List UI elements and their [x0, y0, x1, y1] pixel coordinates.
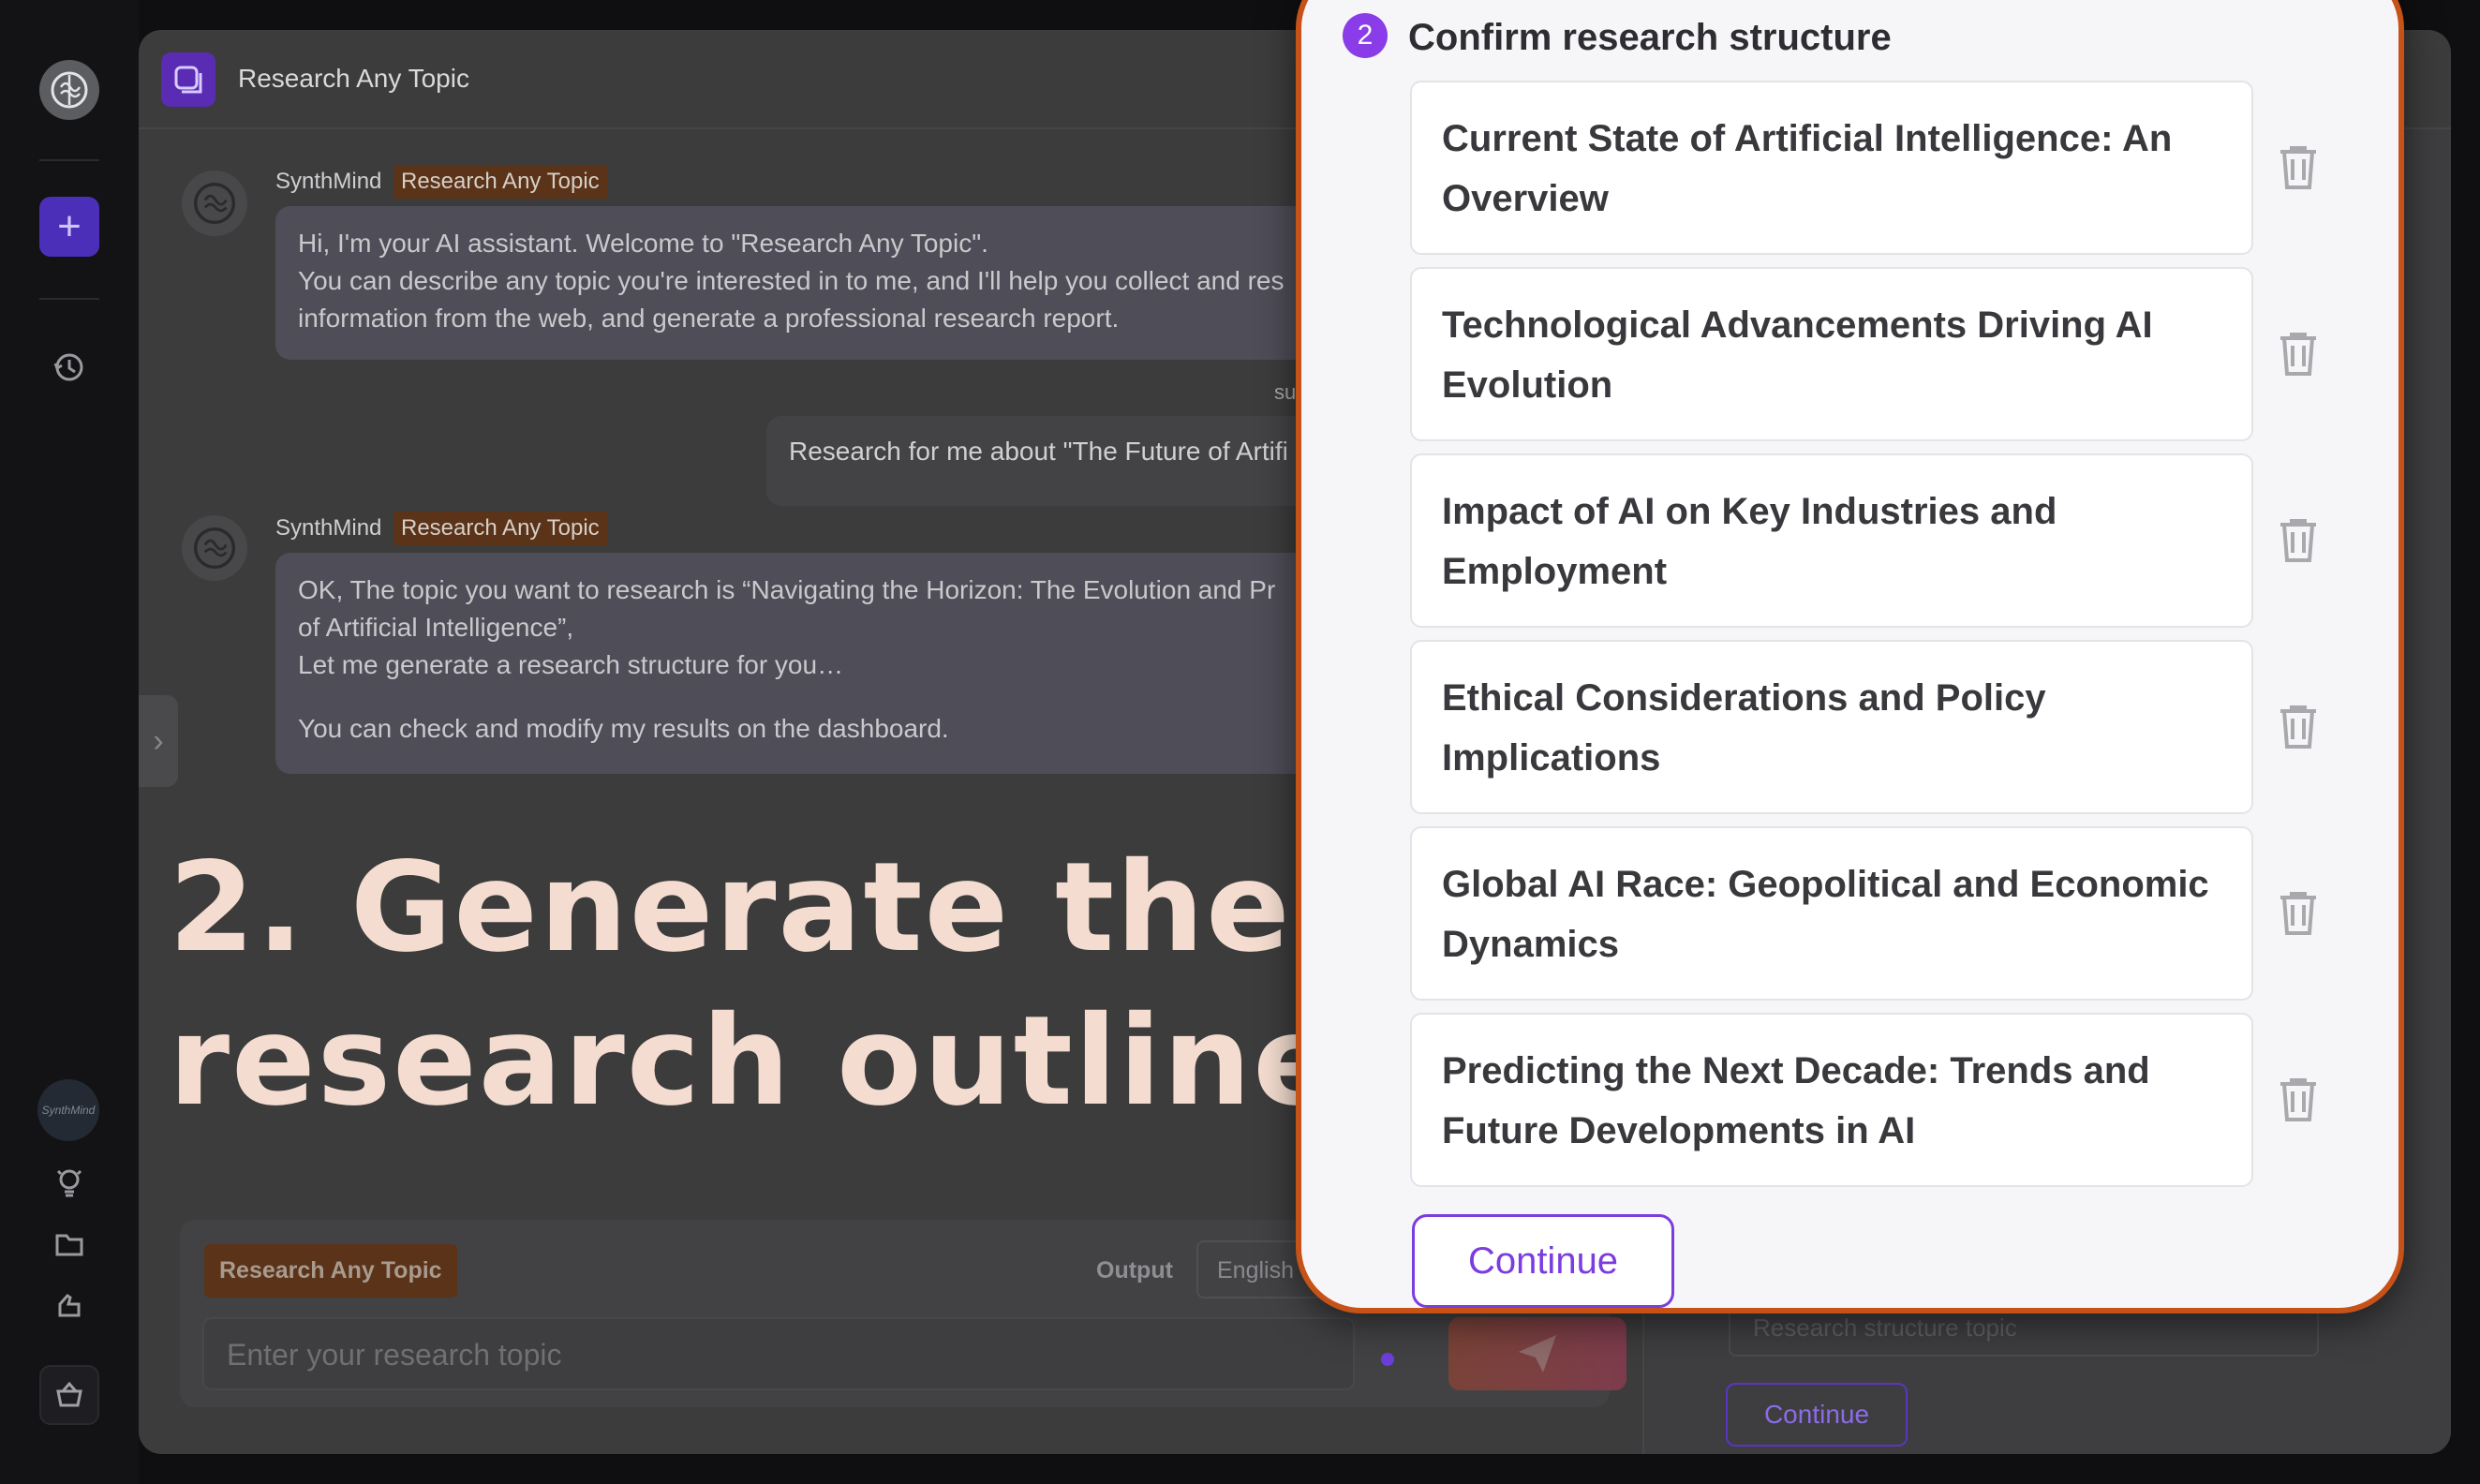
sender-name: SynthMind	[275, 169, 382, 194]
message-line: You can check and modify my results on t…	[298, 714, 949, 743]
plus-icon: +	[57, 203, 82, 249]
lightbulb-icon	[56, 1169, 82, 1197]
expand-panel-button[interactable]: ›	[139, 695, 178, 787]
left-rail: + SynthMind	[0, 0, 139, 1484]
message-line: information from the web, and generate a…	[298, 304, 1120, 333]
step-badge: 2	[1343, 13, 1388, 58]
message-line: You can describe any topic you're intere…	[298, 266, 1285, 295]
hand-icon	[58, 1294, 81, 1317]
caption-line: 2. Generate the	[169, 836, 1292, 980]
delete-section-button[interactable]	[2272, 141, 2324, 194]
upgrade-button[interactable]	[39, 1365, 99, 1425]
trash-icon	[2280, 1078, 2316, 1121]
research-topic-input[interactable]: Enter your research topic	[202, 1317, 1355, 1390]
assistant-message: Hi, I'm your AI assistant. Welcome to "R…	[275, 206, 1437, 360]
mode-tag[interactable]: Research Any Topic	[204, 1244, 457, 1298]
send-icon	[1519, 1335, 1556, 1373]
user-label: su	[1274, 380, 1297, 404]
basket-icon	[56, 1381, 82, 1407]
history-icon	[53, 353, 83, 381]
history-button[interactable]	[39, 337, 99, 397]
send-button[interactable]	[1448, 1317, 1626, 1390]
status-dot	[1381, 1353, 1394, 1366]
tutorial-caption: 2. Generate the research outline.	[169, 831, 1388, 1138]
delete-section-button[interactable]	[2272, 1074, 2324, 1126]
new-chat-button[interactable]: +	[39, 197, 99, 257]
files-button[interactable]	[39, 1214, 99, 1274]
brain-logo-icon[interactable]	[39, 60, 99, 120]
chevron-right-icon: ›	[153, 722, 164, 759]
chat-bubble-icon	[161, 52, 215, 107]
section-item[interactable]: Impact of AI on Key Industries and Emplo…	[1410, 453, 2253, 628]
trash-icon	[2280, 519, 2316, 562]
section-item[interactable]: Current State of Artificial Intelligence…	[1410, 81, 2253, 255]
screen: + SynthMind Research Any Topic SynthMind…	[0, 0, 2480, 1484]
rail-divider	[39, 159, 99, 161]
message-line: Hi, I'm your AI assistant. Welcome to "R…	[298, 229, 988, 258]
brain-icon	[193, 527, 236, 570]
section-item[interactable]: Ethical Considerations and Policy Implic…	[1410, 640, 2253, 814]
delete-section-button[interactable]	[2272, 887, 2324, 940]
output-label: Output	[1096, 1257, 1173, 1284]
brain-icon	[193, 182, 236, 225]
sender-name: SynthMind	[275, 515, 382, 541]
continue-button[interactable]: Continue	[1412, 1214, 1674, 1308]
trash-icon	[2280, 333, 2316, 376]
delete-section-button[interactable]	[2272, 328, 2324, 380]
trash-icon	[2280, 146, 2316, 189]
message-line: OK, The topic you want to research is “N…	[298, 575, 1276, 604]
message-line: of Artificial Intelligence”,	[298, 613, 574, 642]
feedback-button[interactable]	[39, 1274, 99, 1334]
delete-section-button[interactable]	[2272, 701, 2324, 753]
page-title: Research Any Topic	[238, 64, 469, 93]
delete-section-button[interactable]	[2272, 514, 2324, 567]
avatar[interactable]: SynthMind	[37, 1079, 99, 1141]
ideas-button[interactable]	[39, 1152, 99, 1212]
dialog-title: Confirm research structure	[1408, 17, 1892, 58]
dashboard-continue-button[interactable]: Continue	[1726, 1383, 1908, 1447]
message-line: Let me generate a research structure for…	[298, 650, 844, 679]
trash-icon	[2280, 892, 2316, 935]
avatar-label: SynthMind	[41, 1104, 96, 1117]
assistant-avatar	[182, 171, 247, 236]
caption-line: research outline.	[169, 989, 1388, 1134]
folder-icon	[55, 1234, 83, 1256]
section-item[interactable]: Predicting the Next Decade: Trends and F…	[1410, 1013, 2253, 1187]
rail-divider	[39, 298, 99, 300]
assistant-message: OK, The topic you want to research is “N…	[275, 553, 1437, 774]
research-structure-dialog: 2 Confirm research structure Current Sta…	[1296, 0, 2404, 1313]
mode-tag: Research Any Topic	[394, 165, 607, 199]
assistant-avatar	[182, 515, 247, 581]
section-item[interactable]: Technological Advancements Driving AI Ev…	[1410, 267, 2253, 441]
trash-icon	[2280, 705, 2316, 749]
mode-tag: Research Any Topic	[394, 512, 607, 545]
section-item[interactable]: Global AI Race: Geopolitical and Economi…	[1410, 826, 2253, 1001]
